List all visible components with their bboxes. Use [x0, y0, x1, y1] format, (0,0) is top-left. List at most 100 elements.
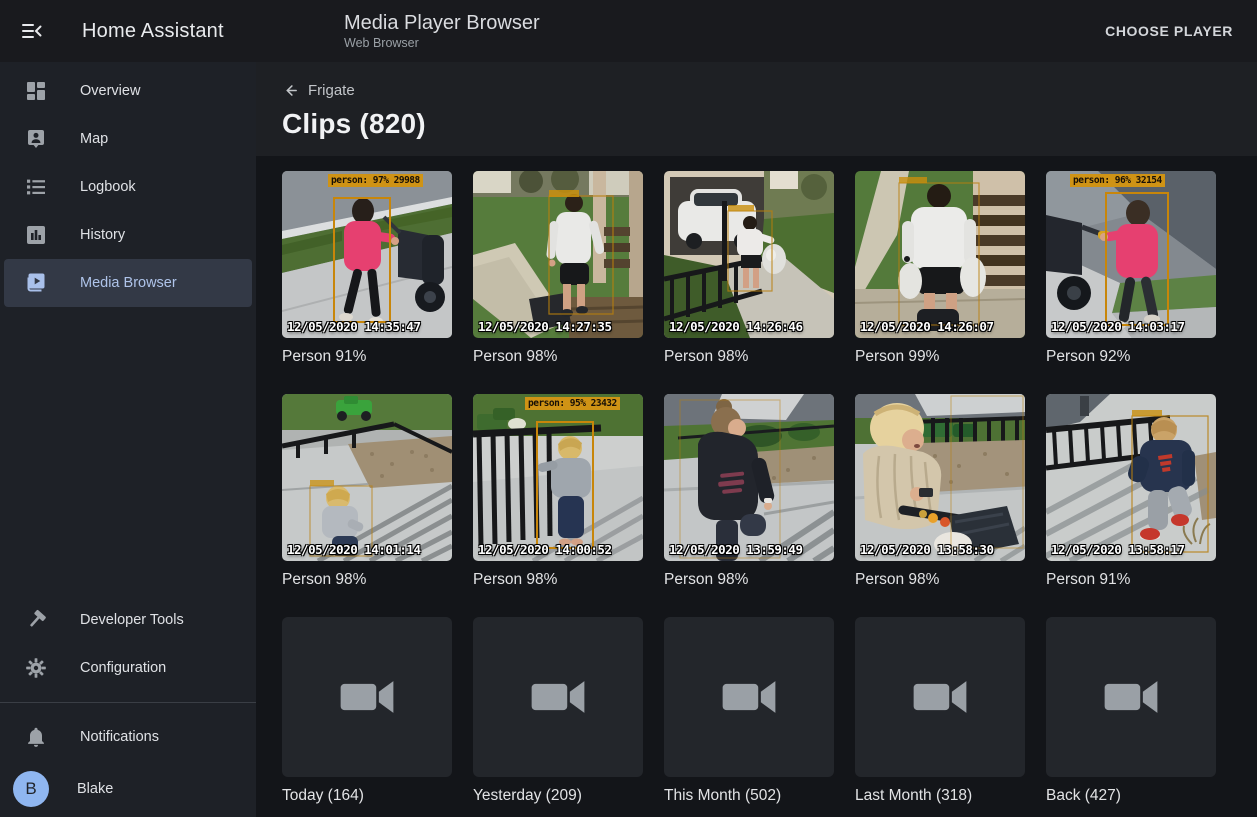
clip-tile[interactable]: person: 96% 32154 12/05/2020 14:03:17 Pe… — [1046, 171, 1216, 366]
clip-caption: Person 99% — [855, 348, 1025, 366]
browser-subheading: Web Browser — [344, 35, 540, 51]
clip-timestamp: 12/05/2020 14:03:17 — [1051, 319, 1185, 334]
folder-thumbnail — [664, 617, 834, 777]
user-name-label: Blake — [77, 781, 113, 797]
videocam-icon — [529, 673, 587, 721]
browser-heading-block: Media Player Browser Web Browser — [344, 11, 540, 51]
clip-timestamp: 12/05/2020 14:26:46 — [669, 319, 803, 334]
clip-timestamp: 12/05/2020 13:58:17 — [1051, 542, 1185, 557]
clip-thumbnail: 12/05/2020 14:01:14 — [282, 394, 452, 561]
content-header: Frigate Clips (820) — [256, 62, 1257, 156]
clip-scene-image — [664, 394, 834, 561]
sidebar-item-label: Media Browser — [80, 275, 177, 291]
clip-scene-image — [1046, 394, 1216, 561]
clips-scroll-area[interactable]: person: 97% 29988 12/05/2020 14:35:47 Pe… — [256, 156, 1257, 817]
sidebar-item-history[interactable]: History — [4, 211, 252, 259]
clip-scene-image — [855, 171, 1025, 338]
sidebar-item-overview[interactable]: Overview — [4, 67, 252, 115]
clip-tile[interactable]: 12/05/2020 13:58:17 Person 91% — [1046, 394, 1216, 589]
breadcrumb-back[interactable]: Frigate — [282, 82, 355, 99]
clip-timestamp: 12/05/2020 13:58:30 — [860, 542, 994, 557]
clip-thumbnail: 12/05/2020 13:58:17 — [1046, 394, 1216, 561]
folder-tile-today[interactable]: Today (164) — [282, 617, 452, 805]
clip-caption: Person 98% — [473, 571, 643, 589]
folder-tile-yesterday[interactable]: Yesterday (209) — [473, 617, 643, 805]
gear-icon — [24, 656, 48, 680]
clip-timestamp: 12/05/2020 14:00:52 — [478, 542, 612, 557]
folder-tile-this-month[interactable]: This Month (502) — [664, 617, 834, 805]
sidebar-item-media-browser[interactable]: Media Browser — [4, 259, 252, 307]
list-icon — [24, 175, 48, 199]
detection-label: person: 95% 23432 — [525, 397, 620, 410]
bell-icon — [24, 725, 48, 749]
clip-thumbnail: 12/05/2020 13:58:30 — [855, 394, 1025, 561]
folder-tile-last-month[interactable]: Last Month (318) — [855, 617, 1025, 805]
sidebar-item-label: Overview — [80, 83, 140, 99]
clip-scene-image — [282, 171, 452, 338]
videocam-icon — [911, 673, 969, 721]
clip-timestamp: 12/05/2020 14:26:07 — [860, 319, 994, 334]
sidebar-item-label: Logbook — [80, 179, 136, 195]
clip-timestamp: 12/05/2020 14:35:47 — [287, 319, 421, 334]
hammer-icon — [24, 608, 48, 632]
folder-label: Back (427) — [1046, 787, 1216, 805]
clip-scene-image — [855, 394, 1025, 561]
clip-thumbnail: person: 97% 29988 12/05/2020 14:35:47 — [282, 171, 452, 338]
clip-thumbnail: 12/05/2020 14:26:07 — [855, 171, 1025, 338]
videocam-icon — [1102, 673, 1160, 721]
folder-thumbnail — [855, 617, 1025, 777]
sidebar-item-developer-tools[interactable]: Developer Tools — [4, 596, 252, 644]
sidebar-item-configuration[interactable]: Configuration — [4, 644, 252, 692]
folder-thumbnail — [282, 617, 452, 777]
clip-timestamp: 12/05/2020 13:59:49 — [669, 542, 803, 557]
sidebar-item-label: Configuration — [80, 660, 166, 676]
folder-thumbnail — [1046, 617, 1216, 777]
folder-thumbnail — [473, 617, 643, 777]
clip-caption: Person 98% — [855, 571, 1025, 589]
detection-label: person: 97% 29988 — [328, 174, 423, 187]
app-title: Home Assistant — [82, 20, 224, 43]
sidebar-item-map[interactable]: Map — [4, 115, 252, 163]
videocam-icon — [720, 673, 778, 721]
sidebar: Overview Map Logbook — [0, 62, 256, 817]
clip-scene-image — [473, 171, 643, 338]
sidebar-item-notifications[interactable]: Notifications — [4, 713, 252, 761]
detection-label: person: 96% 32154 — [1070, 174, 1165, 187]
clip-scene-image — [282, 394, 452, 561]
clip-tile[interactable]: 12/05/2020 14:26:46 Person 98% — [664, 171, 834, 366]
clip-thumbnail: person: 95% 23432 12/05/2020 14:00:52 — [473, 394, 643, 561]
folder-tile-back[interactable]: Back (427) — [1046, 617, 1216, 805]
sidebar-item-logbook[interactable]: Logbook — [4, 163, 252, 211]
clip-caption: Person 91% — [1046, 571, 1216, 589]
clip-caption: Person 98% — [664, 348, 834, 366]
clip-tile[interactable]: person: 97% 29988 12/05/2020 14:35:47 Pe… — [282, 171, 452, 366]
media-browser-content: Frigate Clips (820) — [256, 62, 1257, 817]
clip-tile[interactable]: 12/05/2020 13:59:49 Person 98% — [664, 394, 834, 589]
clip-caption: Person 98% — [473, 348, 643, 366]
clip-thumbnail: 12/05/2020 14:26:46 — [664, 171, 834, 338]
folder-label: Yesterday (209) — [473, 787, 643, 805]
clip-caption: Person 92% — [1046, 348, 1216, 366]
sidebar-item-label: Notifications — [80, 729, 159, 745]
sidebar-bottom-group: Developer Tools — [0, 596, 256, 817]
clip-tile[interactable]: person: 95% 23432 12/05/2020 14:00:52 Pe… — [473, 394, 643, 589]
avatar: B — [13, 771, 49, 807]
play-box-multiple-icon — [24, 271, 48, 295]
home-assistant-app: Home Assistant Media Player Browser Web … — [0, 0, 1257, 817]
sidebar-item-user[interactable]: B Blake — [0, 761, 256, 817]
clip-caption: Person 98% — [282, 571, 452, 589]
clip-tile[interactable]: 12/05/2020 14:27:35 Person 98% — [473, 171, 643, 366]
clip-thumbnail: person: 96% 32154 12/05/2020 14:03:17 — [1046, 171, 1216, 338]
chart-box-icon — [24, 223, 48, 247]
folder-label: Today (164) — [282, 787, 452, 805]
clip-caption: Person 91% — [282, 348, 452, 366]
sidebar-toggle-button[interactable] — [20, 19, 44, 43]
app-bar-left: Home Assistant — [0, 19, 256, 43]
clip-tile[interactable]: 12/05/2020 13:58:30 Person 98% — [855, 394, 1025, 589]
clip-scene-image — [473, 394, 643, 561]
clip-tile[interactable]: 12/05/2020 14:01:14 Person 98% — [282, 394, 452, 589]
clip-timestamp: 12/05/2020 14:01:14 — [287, 542, 421, 557]
clip-tile[interactable]: 12/05/2020 14:26:07 Person 99% — [855, 171, 1025, 366]
choose-player-button[interactable]: CHOOSE PLAYER — [1097, 15, 1241, 47]
app-bar: Home Assistant Media Player Browser Web … — [0, 0, 1257, 62]
